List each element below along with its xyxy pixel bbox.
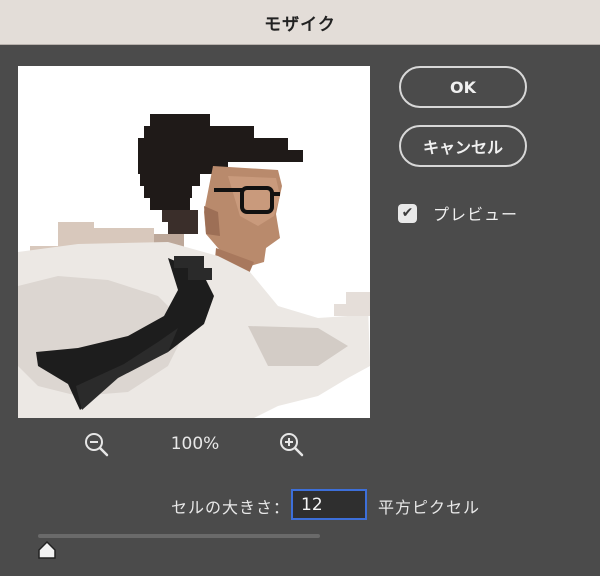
checkmark-icon[interactable]: ✔ [398,203,417,223]
pixelated-man-image [18,114,370,418]
cell-size-input[interactable] [291,489,367,520]
cell-size-unit: 平方ピクセル [378,498,481,517]
cell-size-slider-track[interactable] [38,534,320,538]
cell-size-slider-thumb[interactable] [36,540,58,560]
dialog-title: モザイク [0,0,600,45]
zoom-level: 100% [170,434,220,454]
cancel-button[interactable]: キャンセル [399,125,527,167]
zoom-in-icon[interactable] [279,432,305,460]
ok-button[interactable]: OK [399,66,527,108]
mosaic-preview-image[interactable] [18,66,370,418]
zoom-out-icon[interactable] [84,432,110,460]
preview-label: プレビュー [433,205,519,224]
preview-checkbox[interactable]: ✔ プレビュー [398,202,518,224]
cell-size-label: セルの大きさ： [170,498,290,517]
